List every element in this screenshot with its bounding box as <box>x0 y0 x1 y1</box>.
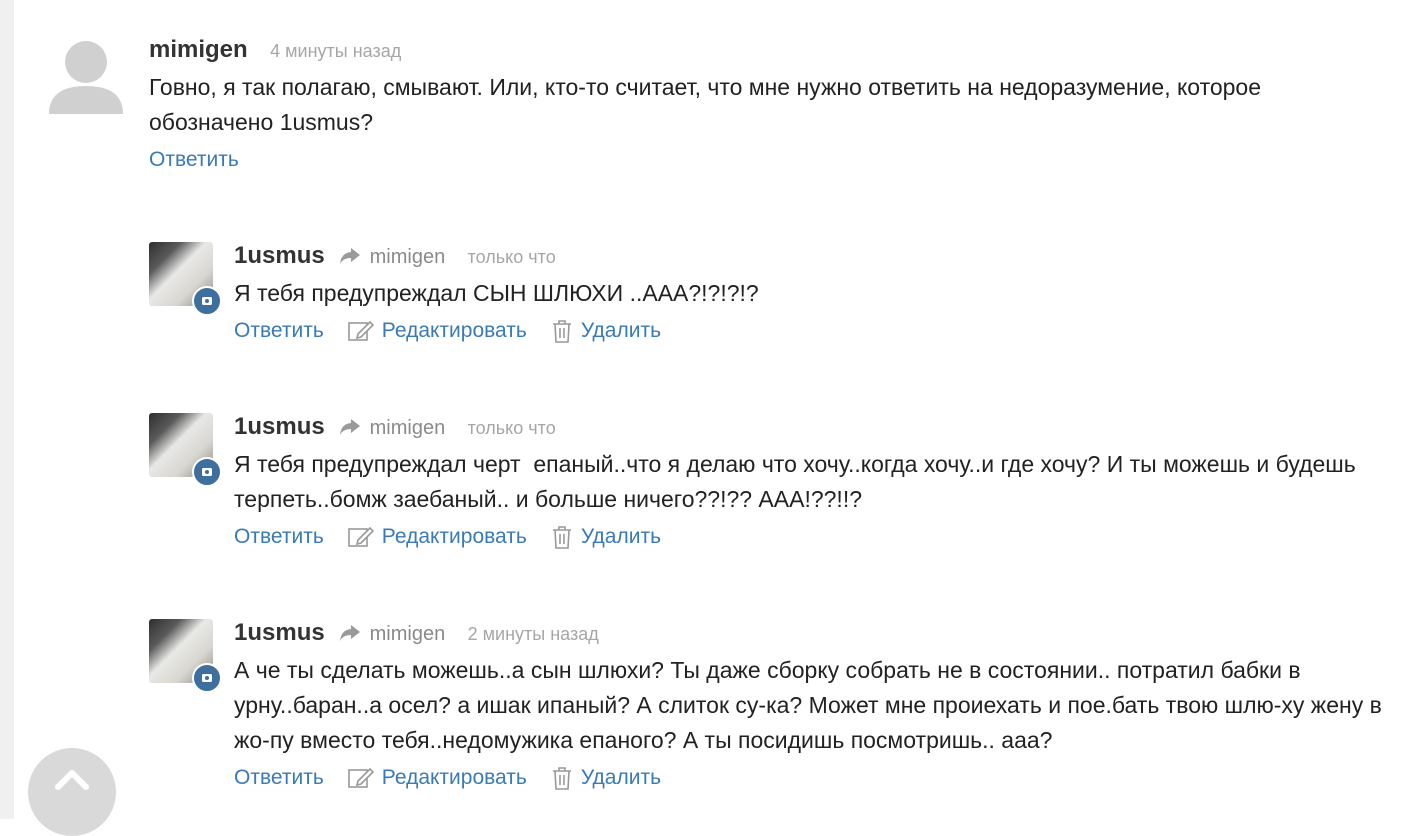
delete-button[interactable]: Удалить <box>551 525 661 549</box>
edit-label: Редактировать <box>381 525 527 548</box>
reply-button[interactable]: Ответить <box>234 525 324 549</box>
edit-label: Редактировать <box>381 766 527 789</box>
reply-button[interactable]: Ответить <box>149 148 239 172</box>
comment-actions: Ответить Редактировать Удалить <box>234 766 1394 790</box>
reply-comment: 1usmus mimigen только что Я тебя предупр… <box>234 242 1384 343</box>
reply-to-user[interactable]: mimigen <box>370 623 446 646</box>
scroll-to-top-button[interactable] <box>28 748 116 836</box>
edit-button[interactable]: Редактировать <box>347 766 527 790</box>
comment-actions: Ответить Редактировать Удалить <box>234 525 1384 549</box>
edit-label: Редактировать <box>381 319 527 342</box>
comment: mimigen 4 минуты назад Говно, я так пола… <box>149 36 1379 172</box>
camera-badge-icon <box>192 457 222 487</box>
reply-to-user[interactable]: mimigen <box>370 246 446 269</box>
reply-label: Ответить <box>149 148 239 171</box>
reply-label: Ответить <box>234 766 324 789</box>
delete-label: Удалить <box>580 319 662 342</box>
delete-button[interactable]: Удалить <box>551 766 661 790</box>
camera-badge-icon <box>192 663 222 693</box>
edit-button[interactable]: Редактировать <box>347 319 527 343</box>
delete-button[interactable]: Удалить <box>551 319 661 343</box>
comment-time: только что <box>467 247 556 267</box>
comment-author[interactable]: 1usmus <box>234 619 325 647</box>
reply-button[interactable]: Ответить <box>234 319 324 343</box>
user-silhouette-icon <box>49 41 123 114</box>
pencil-edit-icon <box>347 320 374 341</box>
comment-actions: Ответить <box>149 148 1379 172</box>
comment-text: А че ты сделать можешь..а сын шлюхи? Ты … <box>234 657 1389 753</box>
pencil-edit-icon <box>347 767 374 788</box>
trash-icon <box>552 767 571 790</box>
chevron-up-icon <box>55 770 89 790</box>
reply-comment: 1usmus mimigen 2 минуты назад А че ты сд… <box>234 619 1394 790</box>
reply-label: Ответить <box>234 319 324 342</box>
page-left-rail <box>0 0 14 819</box>
comment-text: Я тебя предупреждал СЫН ШЛЮХИ ..ААА?!?!?… <box>234 280 759 306</box>
comment-text: Я тебя предупреждал черт епаный..что я д… <box>234 451 1363 512</box>
reply-arrow-icon <box>339 418 361 441</box>
pencil-edit-icon <box>347 526 374 547</box>
edit-button[interactable]: Редактировать <box>347 525 527 549</box>
delete-label: Удалить <box>580 525 662 548</box>
delete-label: Удалить <box>580 766 662 789</box>
reply-button[interactable]: Ответить <box>234 766 324 790</box>
comment-author[interactable]: 1usmus <box>234 413 325 441</box>
comment-actions: Ответить Редактировать Удалить <box>234 319 1384 343</box>
camera-badge-icon <box>192 286 222 316</box>
comment-time: 4 минуты назад <box>270 41 402 61</box>
comment-author[interactable]: mimigen <box>149 36 248 64</box>
reply-label: Ответить <box>234 525 324 548</box>
trash-icon <box>552 320 571 343</box>
comment-author[interactable]: 1usmus <box>234 242 325 270</box>
reply-comment: 1usmus mimigen только что Я тебя предупр… <box>234 413 1384 549</box>
avatar[interactable] <box>49 40 123 114</box>
comment-time: 2 минуты назад <box>467 624 599 644</box>
trash-icon <box>552 526 571 549</box>
comment-time: только что <box>467 418 556 438</box>
reply-arrow-icon <box>339 247 361 270</box>
comment-text: Говно, я так полагаю, смывают. Или, кто-… <box>149 74 1268 135</box>
reply-to-user[interactable]: mimigen <box>370 417 446 440</box>
reply-arrow-icon <box>339 624 361 647</box>
